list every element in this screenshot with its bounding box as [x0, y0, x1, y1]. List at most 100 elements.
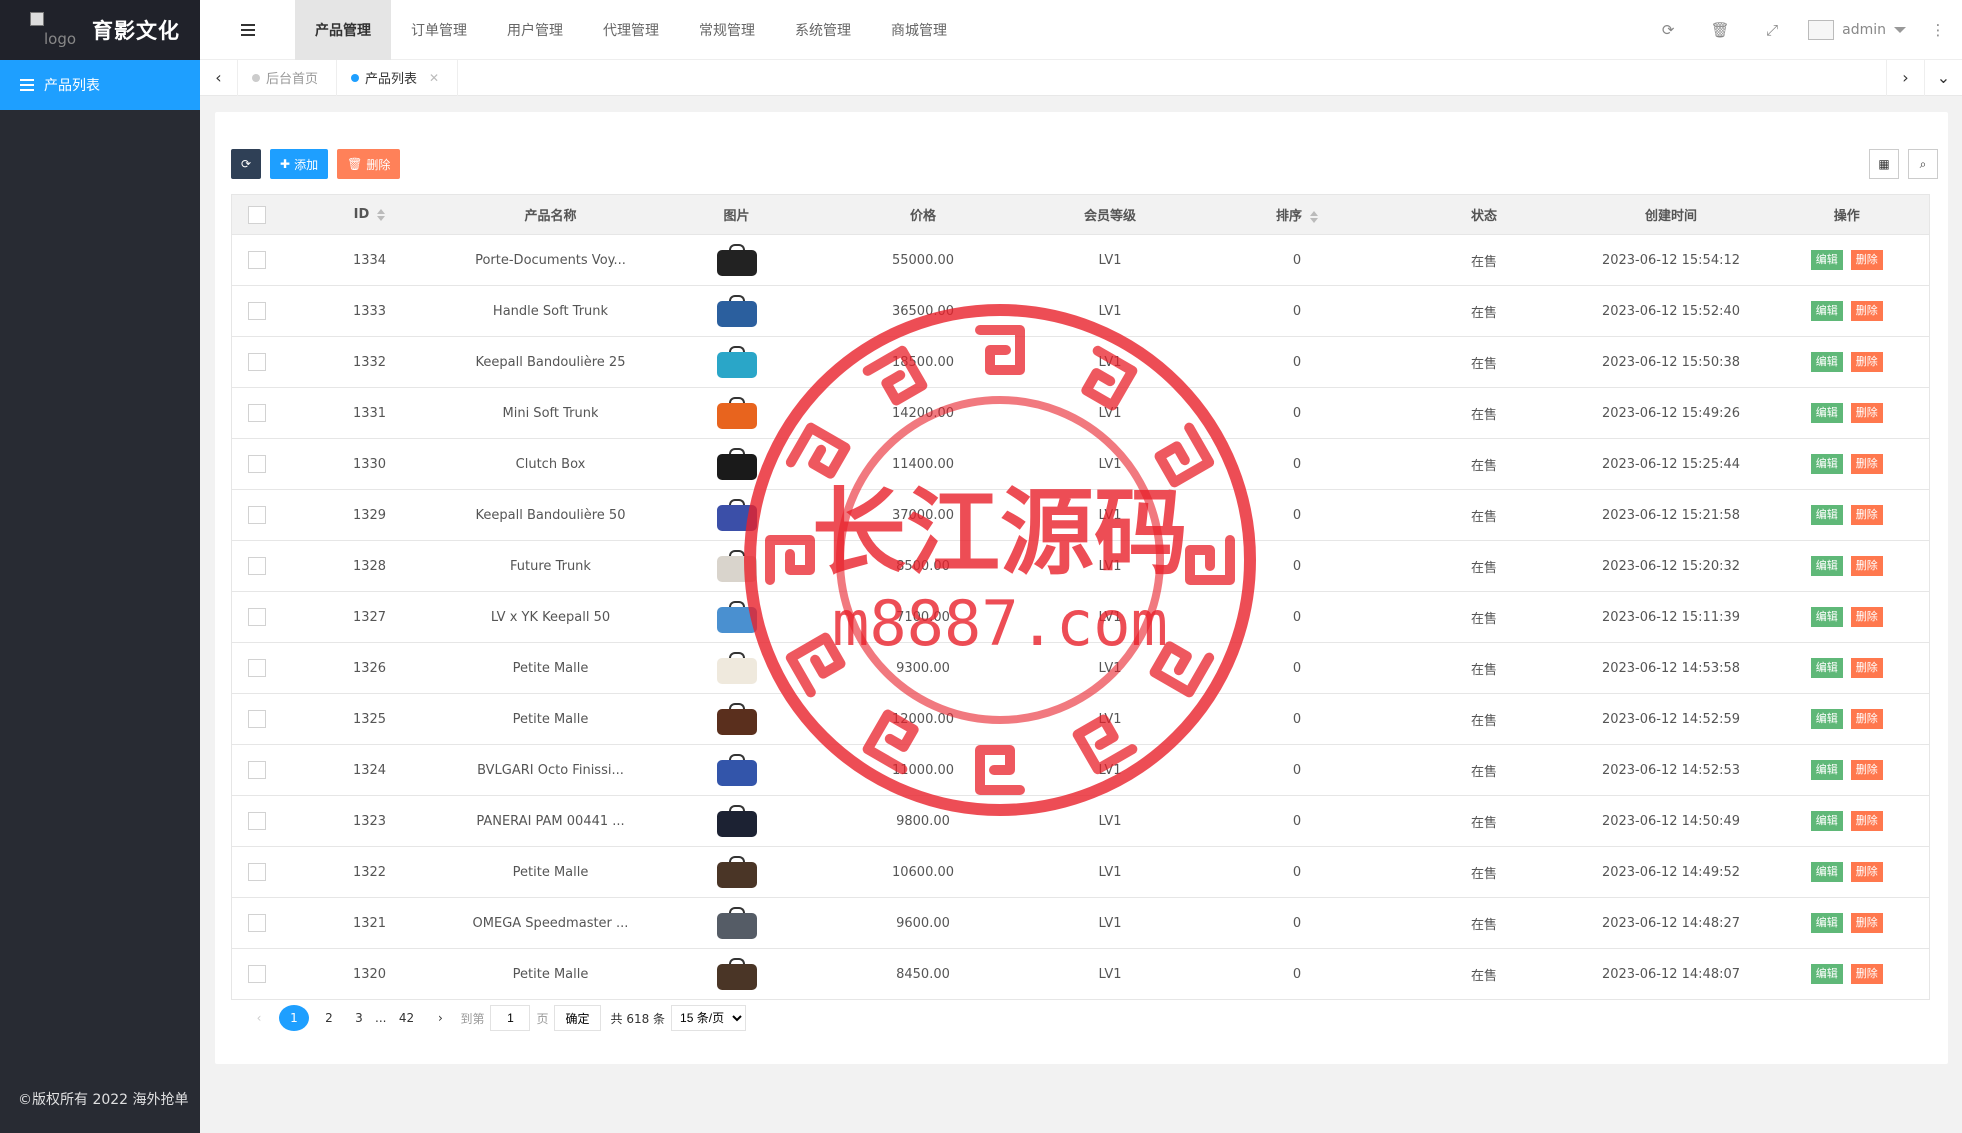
page-2[interactable]: 2 — [315, 1005, 343, 1031]
product-thumbnail[interactable] — [709, 342, 765, 382]
row-checkbox[interactable] — [247, 659, 266, 677]
goto-page-input[interactable] — [490, 1005, 531, 1031]
product-thumbnail[interactable] — [709, 444, 765, 484]
product-thumbnail[interactable] — [709, 546, 765, 586]
row-delete-button[interactable]: 删除 — [1850, 454, 1883, 474]
chevron-down-icon[interactable]: ⌄ — [1924, 59, 1962, 96]
product-thumbnail[interactable] — [709, 801, 765, 841]
select-all-checkbox[interactable] — [247, 205, 266, 224]
sidebar-item-product-list[interactable]: 产品列表 — [0, 60, 200, 110]
menu-toggle-button[interactable] — [200, 0, 295, 60]
product-thumbnail[interactable] — [709, 291, 765, 331]
chevron-left-icon[interactable]: ‹ — [200, 59, 238, 96]
edit-button[interactable]: 编辑 — [1810, 913, 1843, 933]
edit-button[interactable]: 编辑 — [1810, 250, 1843, 270]
col-sort[interactable]: 排序 — [1203, 194, 1391, 235]
refresh-button[interactable]: ⟳ — [231, 149, 261, 179]
row-delete-button[interactable]: 删除 — [1850, 250, 1883, 270]
trash-icon[interactable]: 🗑 — [1694, 21, 1746, 39]
row-delete-button[interactable]: 删除 — [1850, 403, 1883, 423]
row-delete-button[interactable]: 删除 — [1850, 505, 1883, 525]
nav-mall-management[interactable]: 商城管理 — [871, 0, 967, 60]
nav-order-management[interactable]: 订单管理 — [391, 0, 487, 60]
edit-button[interactable]: 编辑 — [1810, 454, 1843, 474]
row-checkbox[interactable] — [247, 710, 266, 728]
row-checkbox[interactable] — [247, 404, 266, 422]
fullscreen-icon[interactable]: ⤢ — [1746, 21, 1798, 39]
product-thumbnail[interactable] — [709, 954, 765, 994]
cell-price: 9800.00 — [829, 795, 1017, 847]
product-thumbnail[interactable] — [709, 750, 765, 790]
columns-button[interactable]: ▦ — [1869, 149, 1899, 179]
row-checkbox[interactable] — [247, 608, 266, 626]
nav-general-management[interactable]: 常规管理 — [679, 0, 775, 60]
sort-icon[interactable] — [1310, 210, 1318, 223]
page-3[interactable]: 3 — [349, 1005, 369, 1031]
prev-page-icon[interactable]: ‹ — [245, 1005, 273, 1031]
row-delete-button[interactable]: 删除 — [1850, 964, 1883, 984]
tab-home[interactable]: 后台首页 — [238, 59, 338, 96]
product-thumbnail[interactable] — [709, 240, 765, 280]
edit-button[interactable]: 编辑 — [1810, 811, 1843, 831]
close-icon[interactable]: ✕ — [429, 71, 439, 85]
edit-button[interactable]: 编辑 — [1810, 403, 1843, 423]
row-delete-button[interactable]: 删除 — [1850, 658, 1883, 678]
row-delete-button[interactable]: 删除 — [1850, 556, 1883, 576]
product-thumbnail[interactable] — [709, 852, 765, 892]
product-thumbnail[interactable] — [709, 648, 765, 688]
row-delete-button[interactable]: 删除 — [1850, 811, 1883, 831]
row-delete-button[interactable]: 删除 — [1850, 760, 1883, 780]
edit-button[interactable]: 编辑 — [1810, 505, 1843, 525]
chevron-right-icon[interactable]: › — [1886, 59, 1924, 96]
edit-button[interactable]: 编辑 — [1810, 709, 1843, 729]
row-checkbox[interactable] — [247, 914, 266, 932]
page-size-select[interactable]: 15 条/页 — [671, 1005, 747, 1031]
delete-button[interactable]: 🗑 删除 — [337, 149, 401, 179]
row-checkbox[interactable] — [247, 965, 266, 983]
row-checkbox[interactable] — [247, 812, 266, 830]
row-checkbox[interactable] — [247, 557, 266, 575]
nav-system-management[interactable]: 系统管理 — [775, 0, 871, 60]
goto-confirm-button[interactable]: 确定 — [554, 1005, 601, 1031]
product-thumbnail[interactable] — [709, 699, 765, 739]
edit-button[interactable]: 编辑 — [1810, 862, 1843, 882]
row-checkbox[interactable] — [247, 506, 266, 524]
row-delete-button[interactable]: 删除 — [1850, 913, 1883, 933]
edit-button[interactable]: 编辑 — [1810, 607, 1843, 627]
product-thumbnail[interactable] — [709, 495, 765, 535]
more-vertical-icon[interactable]: ⋮ — [1928, 21, 1948, 39]
nav-agent-management[interactable]: 代理管理 — [583, 0, 679, 60]
product-thumbnail[interactable] — [709, 597, 765, 637]
tab-product-list[interactable]: 产品列表 ✕ — [337, 59, 459, 96]
row-delete-button[interactable]: 删除 — [1850, 709, 1883, 729]
nav-product-management[interactable]: 产品管理 — [295, 0, 391, 60]
user-menu[interactable]: admin — [1808, 19, 1906, 40]
search-button[interactable]: ⌕ — [1908, 149, 1938, 179]
row-checkbox[interactable] — [247, 761, 266, 779]
row-checkbox[interactable] — [247, 302, 266, 320]
row-delete-button[interactable]: 删除 — [1850, 862, 1883, 882]
product-thumbnail[interactable] — [709, 903, 765, 943]
edit-button[interactable]: 编辑 — [1810, 964, 1843, 984]
row-delete-button[interactable]: 删除 — [1850, 301, 1883, 321]
row-checkbox[interactable] — [247, 251, 266, 269]
add-button[interactable]: ✚ 添加 — [270, 149, 329, 179]
row-delete-button[interactable]: 删除 — [1850, 352, 1883, 372]
page-1[interactable]: 1 — [279, 1005, 309, 1031]
row-checkbox[interactable] — [247, 455, 266, 473]
row-checkbox[interactable] — [247, 863, 266, 881]
edit-button[interactable]: 编辑 — [1810, 301, 1843, 321]
page-last[interactable]: 42 — [392, 1005, 420, 1031]
row-checkbox[interactable] — [247, 353, 266, 371]
row-delete-button[interactable]: 删除 — [1850, 607, 1883, 627]
edit-button[interactable]: 编辑 — [1810, 352, 1843, 372]
edit-button[interactable]: 编辑 — [1810, 556, 1843, 576]
product-thumbnail[interactable] — [709, 393, 765, 433]
col-id[interactable]: ID — [281, 194, 458, 235]
sort-icon[interactable] — [377, 208, 386, 221]
next-page-icon[interactable]: › — [426, 1005, 454, 1031]
edit-button[interactable]: 编辑 — [1810, 658, 1843, 678]
refresh-icon[interactable]: ⟳ — [1642, 21, 1694, 39]
edit-button[interactable]: 编辑 — [1810, 760, 1843, 780]
nav-user-management[interactable]: 用户管理 — [487, 0, 583, 60]
